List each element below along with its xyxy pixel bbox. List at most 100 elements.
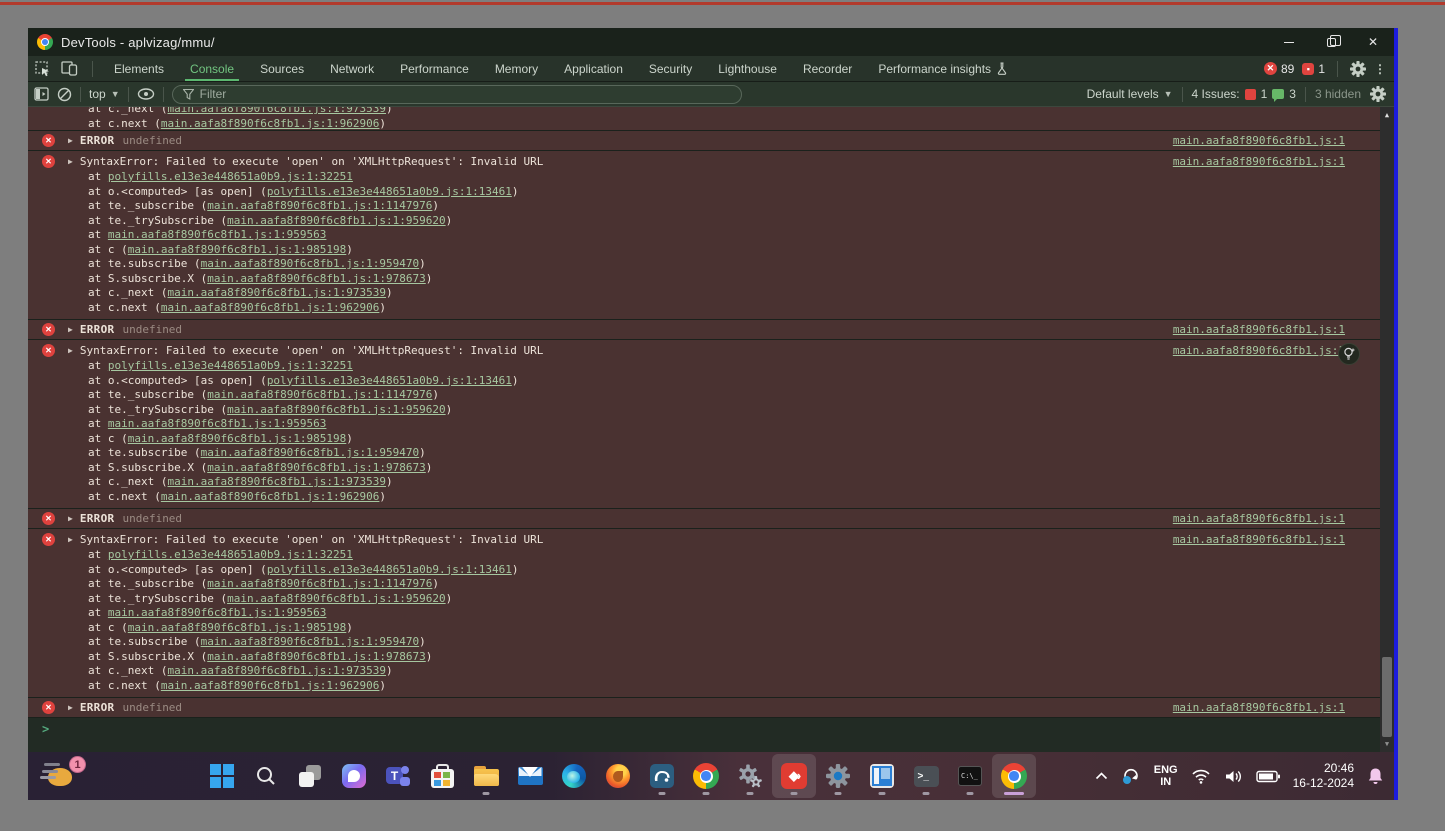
- expand-triangle-icon[interactable]: ▶: [68, 136, 73, 145]
- stack-source-link[interactable]: main.aafa8f890f6c8fb1.js:1:985198: [128, 432, 347, 445]
- stack-source-link[interactable]: polyfills.e13e3e448651a0b9.js:1:32251: [108, 548, 353, 561]
- tab-elements[interactable]: Elements: [101, 56, 177, 81]
- tab-recorder[interactable]: Recorder: [790, 56, 865, 81]
- start-button[interactable]: [200, 754, 244, 798]
- message-source-link[interactable]: main.aafa8f890f6c8fb1.js:1: [1173, 344, 1345, 357]
- issues-count[interactable]: ▪ 1: [1302, 62, 1325, 76]
- stack-source-link[interactable]: main.aafa8f890f6c8fb1.js:1:959470: [201, 257, 420, 270]
- stack-source-link[interactable]: main.aafa8f890f6c8fb1.js:1:962906: [161, 679, 380, 692]
- mail[interactable]: [508, 754, 552, 798]
- console-syntax-error-message[interactable]: ✕▶SyntaxError: Failed to execute 'open' …: [28, 529, 1380, 698]
- command-prompt[interactable]: C:\_: [948, 754, 992, 798]
- expand-triangle-icon[interactable]: ▶: [68, 535, 73, 544]
- copilot[interactable]: [332, 754, 376, 798]
- console-error-row[interactable]: ✕▶ERRORundefinedmain.aafa8f890f6c8fb1.js…: [28, 131, 1380, 151]
- hidden-messages-label[interactable]: 3 hidden: [1315, 87, 1361, 101]
- expand-triangle-icon[interactable]: ▶: [68, 157, 73, 166]
- close-button[interactable]: ✕: [1352, 28, 1394, 56]
- gear-app[interactable]: [816, 754, 860, 798]
- stack-source-link[interactable]: polyfills.e13e3e448651a0b9.js:1:13461: [267, 563, 512, 576]
- stack-source-link[interactable]: polyfills.e13e3e448651a0b9.js:1:32251: [108, 170, 353, 183]
- clear-console-icon[interactable]: [57, 87, 72, 102]
- expand-triangle-icon[interactable]: ▶: [68, 325, 73, 334]
- expand-triangle-icon[interactable]: ▶: [68, 703, 73, 712]
- scrollbar-thumb[interactable]: [1382, 657, 1392, 737]
- stack-source-link[interactable]: main.aafa8f890f6c8fb1.js:1:973539: [167, 107, 386, 115]
- console-sidebar-icon[interactable]: [34, 87, 49, 101]
- ai-insight-lightbulb-button[interactable]: [1338, 343, 1360, 365]
- stack-source-link[interactable]: main.aafa8f890f6c8fb1.js:1:959620: [227, 403, 446, 416]
- tab-performance-insights[interactable]: Performance insights: [865, 56, 1020, 81]
- message-source-link[interactable]: main.aafa8f890f6c8fb1.js:1: [1173, 533, 1345, 546]
- message-source-link[interactable]: main.aafa8f890f6c8fb1.js:1: [1173, 323, 1345, 336]
- console-error-count[interactable]: ✕ 89: [1264, 62, 1294, 76]
- blue-window-app[interactable]: [860, 754, 904, 798]
- wifi-icon[interactable]: [1191, 769, 1211, 784]
- console-settings-gear-icon[interactable]: [1370, 86, 1386, 102]
- volume-icon[interactable]: [1224, 769, 1243, 784]
- clock[interactable]: 20:46 16-12-2024: [1293, 761, 1354, 791]
- stack-source-link[interactable]: main.aafa8f890f6c8fb1.js:1:978673: [207, 272, 426, 285]
- file-explorer[interactable]: [464, 754, 508, 798]
- message-source-link[interactable]: main.aafa8f890f6c8fb1.js:1: [1173, 134, 1345, 147]
- message-source-link[interactable]: main.aafa8f890f6c8fb1.js:1: [1173, 155, 1345, 168]
- tab-network[interactable]: Network: [317, 56, 387, 81]
- chrome-active-window[interactable]: [992, 754, 1036, 798]
- console-syntax-error-message[interactable]: ✕▶SyntaxError: Failed to execute 'open' …: [28, 340, 1380, 509]
- stack-source-link[interactable]: main.aafa8f890f6c8fb1.js:1:962906: [161, 490, 380, 503]
- tray-sync-icon[interactable]: [1121, 766, 1141, 786]
- console-syntax-error-message[interactable]: ✕▶SyntaxError: Failed to execute 'open' …: [28, 151, 1380, 320]
- stack-source-link[interactable]: main.aafa8f890f6c8fb1.js:1:973539: [167, 286, 386, 299]
- console-error-row[interactable]: ✕▶ERRORundefinedmain.aafa8f890f6c8fb1.js…: [28, 698, 1380, 718]
- message-source-link[interactable]: main.aafa8f890f6c8fb1.js:1: [1173, 701, 1345, 714]
- battery-icon[interactable]: [1256, 770, 1280, 783]
- stack-source-link[interactable]: main.aafa8f890f6c8fb1.js:1:1147976: [207, 388, 432, 401]
- live-expression-eye-icon[interactable]: [137, 88, 155, 100]
- stack-source-link[interactable]: main.aafa8f890f6c8fb1.js:1:973539: [167, 664, 386, 677]
- stack-source-link[interactable]: polyfills.e13e3e448651a0b9.js:1:13461: [267, 185, 512, 198]
- task-view-button[interactable]: [288, 754, 332, 798]
- stack-source-link[interactable]: main.aafa8f890f6c8fb1.js:1:973539: [167, 475, 386, 488]
- microsoft-store[interactable]: [420, 754, 464, 798]
- console-error-row[interactable]: ✕▶ERRORundefinedmain.aafa8f890f6c8fb1.js…: [28, 320, 1380, 340]
- tab-lighthouse[interactable]: Lighthouse: [705, 56, 790, 81]
- tab-security[interactable]: Security: [636, 56, 705, 81]
- red-remote-app[interactable]: ◆›: [772, 754, 816, 798]
- stack-source-link[interactable]: main.aafa8f890f6c8fb1.js:1:985198: [128, 621, 347, 634]
- expand-triangle-icon[interactable]: ▶: [68, 346, 73, 355]
- console-prompt[interactable]: >: [28, 718, 1380, 740]
- device-toolbar-icon[interactable]: [61, 61, 78, 76]
- stack-source-link[interactable]: main.aafa8f890f6c8fb1.js:1:962906: [161, 117, 380, 130]
- devtools-more-options-icon[interactable]: ⋮: [1374, 62, 1386, 76]
- edge[interactable]: [552, 754, 596, 798]
- stack-source-link[interactable]: polyfills.e13e3e448651a0b9.js:1:13461: [267, 374, 512, 387]
- stack-source-link[interactable]: main.aafa8f890f6c8fb1.js:1:978673: [207, 461, 426, 474]
- stack-source-link[interactable]: main.aafa8f890f6c8fb1.js:1:1147976: [207, 577, 432, 590]
- search-button[interactable]: [244, 754, 288, 798]
- stack-source-link[interactable]: main.aafa8f890f6c8fb1.js:1:959563: [108, 228, 327, 241]
- tab-memory[interactable]: Memory: [482, 56, 551, 81]
- widgets-weather-button[interactable]: 1: [44, 758, 88, 794]
- stack-source-link[interactable]: main.aafa8f890f6c8fb1.js:1:959563: [108, 606, 327, 619]
- stack-source-link[interactable]: main.aafa8f890f6c8fb1.js:1:959620: [227, 214, 446, 227]
- window-titlebar[interactable]: DevTools - aplvizag/mmu/ ✕: [28, 28, 1394, 56]
- context-selector[interactable]: top▼: [89, 87, 120, 101]
- stack-source-link[interactable]: main.aafa8f890f6c8fb1.js:1:1147976: [207, 199, 432, 212]
- teams[interactable]: T: [376, 754, 420, 798]
- stack-source-link[interactable]: main.aafa8f890f6c8fb1.js:1:978673: [207, 650, 426, 663]
- scroll-up-arrow[interactable]: ▲: [1380, 109, 1394, 121]
- language-indicator[interactable]: ENG IN: [1154, 764, 1178, 788]
- console-error-row[interactable]: ✕▶ERRORundefinedmain.aafa8f890f6c8fb1.js…: [28, 509, 1380, 529]
- tray-chevron-up-icon[interactable]: [1095, 772, 1108, 780]
- chrome[interactable]: [684, 754, 728, 798]
- restore-button[interactable]: [1310, 28, 1352, 56]
- stack-source-link[interactable]: main.aafa8f890f6c8fb1.js:1:959620: [227, 592, 446, 605]
- stack-source-link[interactable]: polyfills.e13e3e448651a0b9.js:1:32251: [108, 359, 353, 372]
- pgadmin[interactable]: [640, 754, 684, 798]
- tab-application[interactable]: Application: [551, 56, 636, 81]
- minimize-button[interactable]: [1268, 28, 1310, 56]
- devtools-settings-gear-icon[interactable]: [1350, 61, 1366, 77]
- stack-source-link[interactable]: main.aafa8f890f6c8fb1.js:1:959470: [201, 635, 420, 648]
- stack-source-link[interactable]: main.aafa8f890f6c8fb1.js:1:959563: [108, 417, 327, 430]
- stack-source-link[interactable]: main.aafa8f890f6c8fb1.js:1:962906: [161, 301, 380, 314]
